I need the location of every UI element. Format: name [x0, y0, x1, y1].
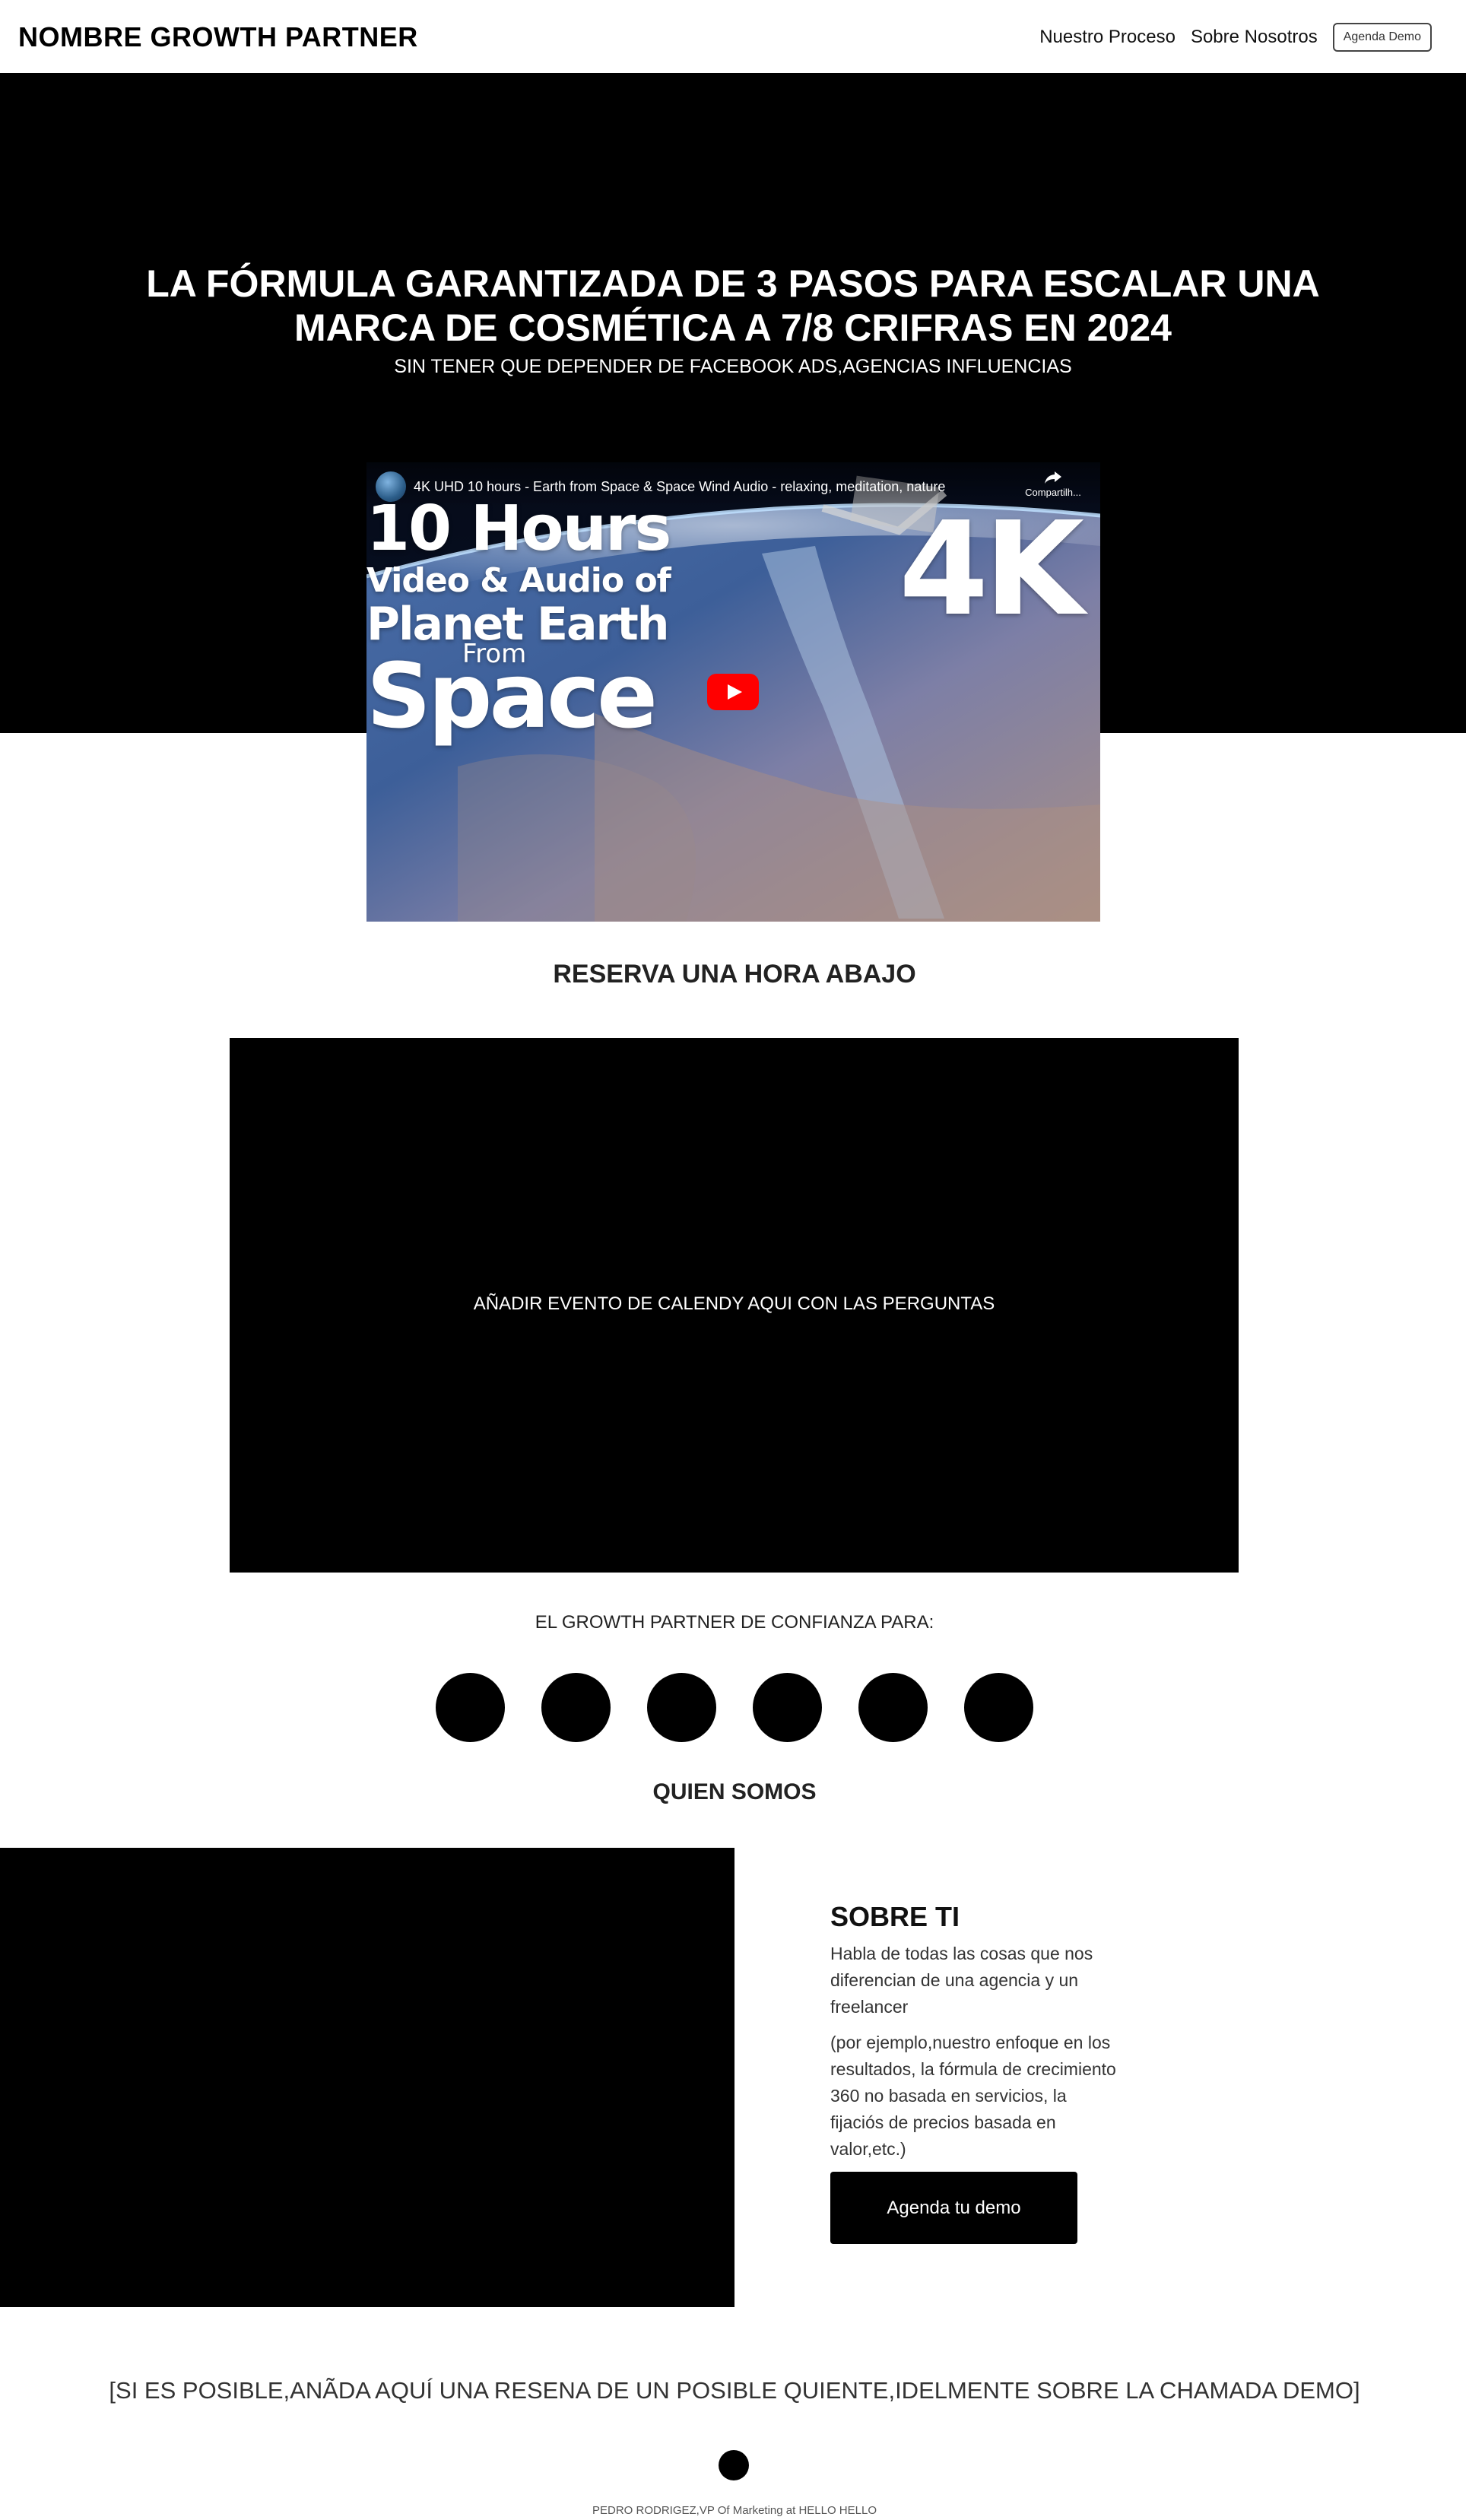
- about-paragraph-2: (por ejemplo,nuestro enfoque en los resu…: [830, 2033, 1116, 2159]
- main-nav: Nuestro Proceso Sobre Nosotros Agenda De…: [1039, 23, 1432, 52]
- reserve-heading: RESERVA UNA HORA ABAJO: [553, 960, 916, 989]
- client-logo: [753, 1673, 822, 1742]
- about-content: SOBRE TI Habla de todas las cosas que no…: [830, 1901, 1119, 2244]
- about-paragraph-1: Habla de todas las cosas que nos diferen…: [830, 1944, 1093, 2017]
- calendly-embed[interactable]: AÑADIR EVENTO DE CALENDY AQUI CON LAS PE…: [230, 1038, 1239, 1573]
- client-logo: [436, 1673, 505, 1742]
- client-logo: [647, 1673, 716, 1742]
- client-logo: [858, 1673, 928, 1742]
- nav-link-about[interactable]: Sobre Nosotros: [1191, 27, 1318, 48]
- share-arrow-icon: [1045, 471, 1061, 484]
- quien-somos-heading: QUIEN SOMOS: [652, 1779, 817, 1804]
- site-header: NOMBRE GROWTH PARTNER Nuestro Proceso So…: [0, 0, 1469, 73]
- thumbnail-text-hours: 10 Hours: [366, 493, 671, 565]
- client-logo: [541, 1673, 611, 1742]
- thumbnail-text-video-audio: Video & Audio of: [366, 561, 671, 600]
- hero-title-line-1: LA FÓRMULA GARANTIZADA DE 3 PASOS PARA E…: [146, 262, 1320, 305]
- thumbnail-badge-4k: 4K: [899, 494, 1084, 645]
- testimonial-quote: [SI ES POSIBLE,ANÃDA AQUÍ UNA RESENA DE …: [109, 2377, 1360, 2404]
- client-logo: [964, 1673, 1033, 1742]
- brand-name[interactable]: NOMBRE GROWTH PARTNER: [18, 21, 418, 53]
- agenda-tu-demo-button[interactable]: Agenda tu demo: [830, 2172, 1077, 2244]
- calendly-placeholder-text: AÑADIR EVENTO DE CALENDY AQUI CON LAS PE…: [473, 1293, 995, 1314]
- nav-link-process[interactable]: Nuestro Proceso: [1039, 27, 1176, 48]
- youtube-play-icon[interactable]: [707, 674, 759, 710]
- trust-heading: EL GROWTH PARTNER DE CONFIANZA PARA:: [535, 1612, 934, 1633]
- landing-page: NOMBRE GROWTH PARTNER Nuestro Proceso So…: [0, 0, 1469, 2520]
- testimonial-author: PEDRO RODRIGEZ,VP Of Marketing at HELLO …: [592, 2504, 877, 2517]
- about-image: [0, 1848, 734, 2307]
- hero-title-line-2: MARCA DE COSMÉTICA A 7/8 CRIFRAS EN 2024: [294, 306, 1172, 349]
- about-title: SOBRE TI: [830, 1901, 960, 1932]
- agenda-demo-button[interactable]: Agenda Demo: [1332, 23, 1432, 52]
- testimonial-avatar: [719, 2450, 749, 2480]
- play-triangle-icon: [728, 684, 742, 700]
- hero-title: LA FÓRMULA GARANTIZADA DE 3 PASOS PARA E…: [114, 262, 1352, 350]
- video-embed[interactable]: 4K UHD 10 hours - Earth from Space & Spa…: [366, 462, 1100, 922]
- thumbnail-text-from: From: [462, 639, 527, 669]
- client-logos: [436, 1673, 1033, 1743]
- hero-subtitle: SIN TENER QUE DEPENDER DE FACEBOOK ADS,A…: [394, 356, 1072, 377]
